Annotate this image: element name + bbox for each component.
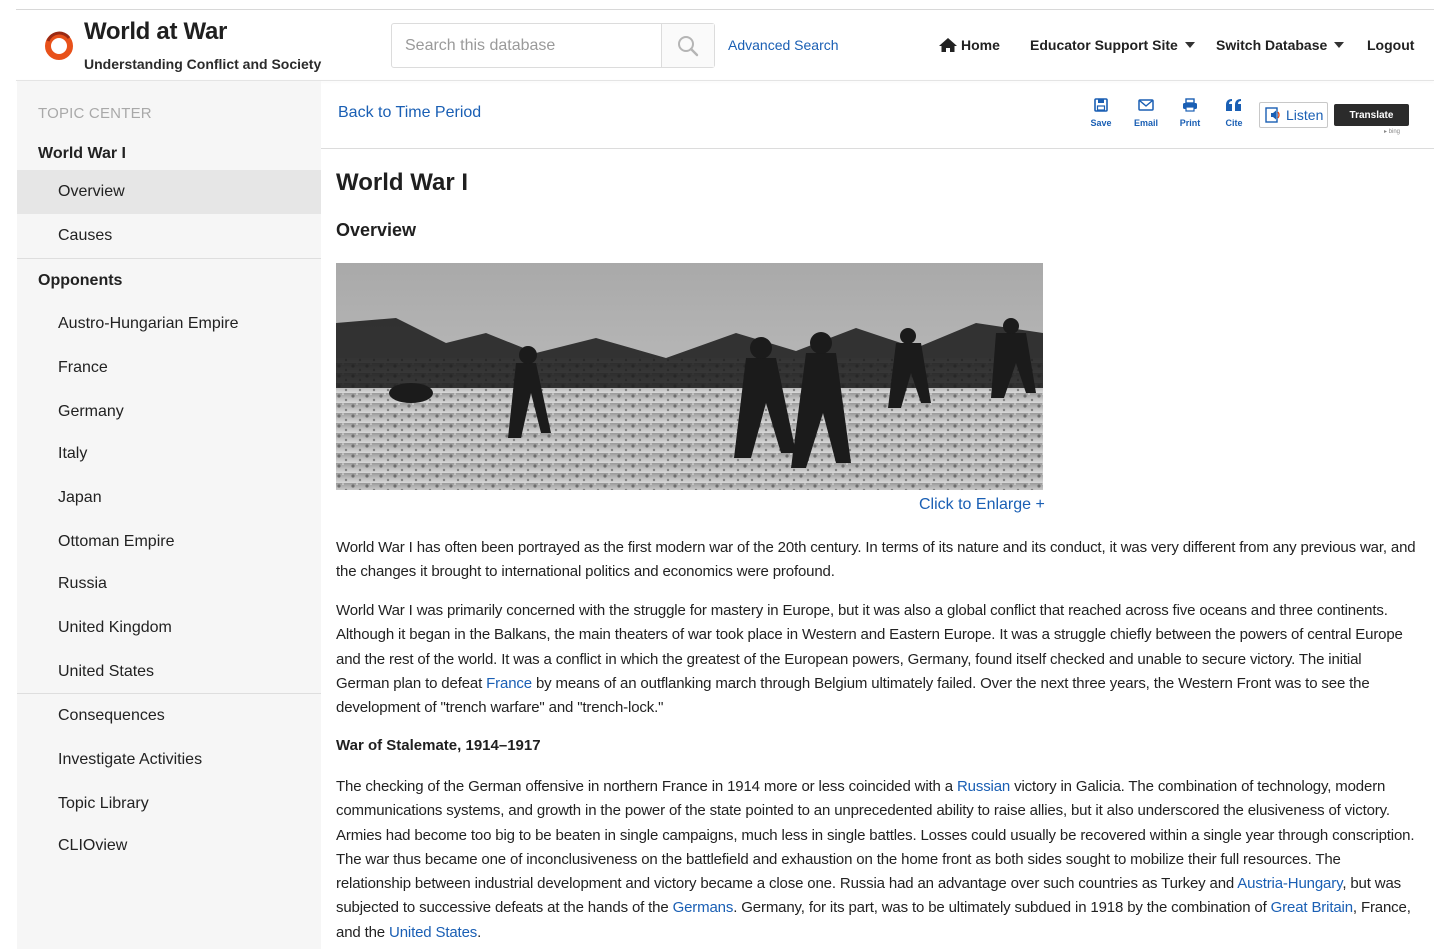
sidebar-heading: TOPIC CENTER <box>38 105 152 122</box>
print-label: Print <box>1179 118 1201 128</box>
soldiers-photo-image <box>336 263 1043 490</box>
sidebar-item-topic-library[interactable]: Topic Library <box>17 782 321 826</box>
speaker-icon <box>1265 107 1280 123</box>
nav-home[interactable]: Home <box>938 37 1000 53</box>
sidebar-item-united-kingdom[interactable]: United Kingdom <box>17 606 321 650</box>
translate-button[interactable]: Translate <box>1334 104 1409 126</box>
sidebar-item-united-states[interactable]: United States <box>17 650 321 694</box>
nav-logout[interactable]: Logout <box>1367 37 1414 53</box>
quote-icon <box>1226 99 1241 111</box>
nav-educator-support[interactable]: Educator Support Site <box>1030 37 1195 53</box>
chevron-down-icon <box>1334 42 1345 48</box>
bing-logo-icon: ▸ bing <box>1384 129 1401 135</box>
sidebar-item-ottoman-empire[interactable]: Ottoman Empire <box>17 520 321 564</box>
nav-switch-label: Switch Database <box>1216 37 1328 53</box>
print-button[interactable]: Print <box>1170 98 1210 128</box>
link-russian[interactable]: Russian <box>957 778 1010 795</box>
home-icon <box>939 38 957 52</box>
nav-educator-label: Educator Support Site <box>1030 37 1178 53</box>
toolbar-divider <box>321 148 1434 149</box>
paragraph-stalemate: The checking of the German offensive in … <box>336 775 1418 945</box>
listen-label: Listen <box>1286 107 1324 123</box>
search-icon <box>678 35 699 56</box>
link-austria-hungary[interactable]: Austria-Hungary <box>1237 875 1342 892</box>
paragraph-overview: World War I was primarily concerned with… <box>336 599 1418 720</box>
topic-sidebar: TOPIC CENTER World War I Overview Causes… <box>17 81 321 949</box>
cite-button[interactable]: Cite <box>1214 98 1254 128</box>
email-icon <box>1138 99 1154 111</box>
print-icon <box>1183 98 1197 112</box>
save-label: Save <box>1090 118 1112 128</box>
paragraph-intro: World War I has often been portrayed as … <box>336 539 1416 581</box>
sidebar-item-investigate-activities[interactable]: Investigate Activities <box>17 738 321 782</box>
save-icon <box>1094 98 1108 112</box>
sidebar-item-austro-hungarian-empire[interactable]: Austro-Hungarian Empire <box>17 302 321 346</box>
app-title[interactable]: World at War <box>84 18 227 46</box>
logo-icon[interactable] <box>43 29 75 61</box>
nav-home-label: Home <box>961 37 1000 53</box>
link-germans[interactable]: Germans <box>673 899 734 916</box>
sidebar-item-overview[interactable]: Overview <box>17 170 321 214</box>
paragraph-text: The checking of the German offensive in … <box>336 778 957 795</box>
sidebar-item-france[interactable]: France <box>17 346 321 390</box>
back-to-time-period-link[interactable]: Back to Time Period <box>338 104 481 122</box>
sidebar-item-consequences[interactable]: Consequences <box>17 694 321 738</box>
sidebar-item-opponents[interactable]: Opponents <box>17 259 321 303</box>
save-button[interactable]: Save <box>1081 98 1121 128</box>
app-subtitle: Understanding Conflict and Society <box>84 56 322 72</box>
email-button[interactable]: Email <box>1126 98 1166 128</box>
link-united-states[interactable]: United States <box>389 924 477 941</box>
listen-button[interactable]: Listen <box>1259 102 1328 128</box>
click-to-enlarge-link[interactable]: Click to Enlarge + <box>919 496 1045 514</box>
email-label: Email <box>1133 118 1158 128</box>
search-box <box>391 23 715 68</box>
subheading-war-of-stalemate: War of Stalemate, 1914–1917 <box>336 737 541 754</box>
nav-switch-database[interactable]: Switch Database <box>1216 37 1345 53</box>
cite-label: Cite <box>1225 118 1243 128</box>
sidebar-item-germany[interactable]: Germany <box>17 390 321 434</box>
sidebar-item-causes[interactable]: Causes <box>17 214 321 258</box>
advanced-search-link[interactable]: Advanced Search <box>728 37 839 53</box>
paragraph-text: . <box>477 923 482 941</box>
search-input[interactable] <box>392 24 661 67</box>
section-title: Overview <box>336 220 417 240</box>
chevron-down-icon <box>1184 42 1195 48</box>
site-header: World at War Understanding Conflict and … <box>16 10 1434 80</box>
link-france[interactable]: France <box>486 675 532 692</box>
page-title: World War I <box>336 169 468 196</box>
sidebar-item-japan[interactable]: Japan <box>17 476 321 520</box>
sidebar-item-clioview[interactable]: CLIOview <box>17 824 321 868</box>
sidebar-item-italy[interactable]: Italy <box>17 432 321 476</box>
sidebar-item-russia[interactable]: Russia <box>17 562 321 606</box>
paragraph-text: . Germany, for its part, was to be ultim… <box>733 899 1271 917</box>
search-button[interactable] <box>661 24 714 67</box>
soldiers-advancing-photo[interactable] <box>336 263 1043 490</box>
link-great-britain[interactable]: Great Britain <box>1271 899 1353 916</box>
